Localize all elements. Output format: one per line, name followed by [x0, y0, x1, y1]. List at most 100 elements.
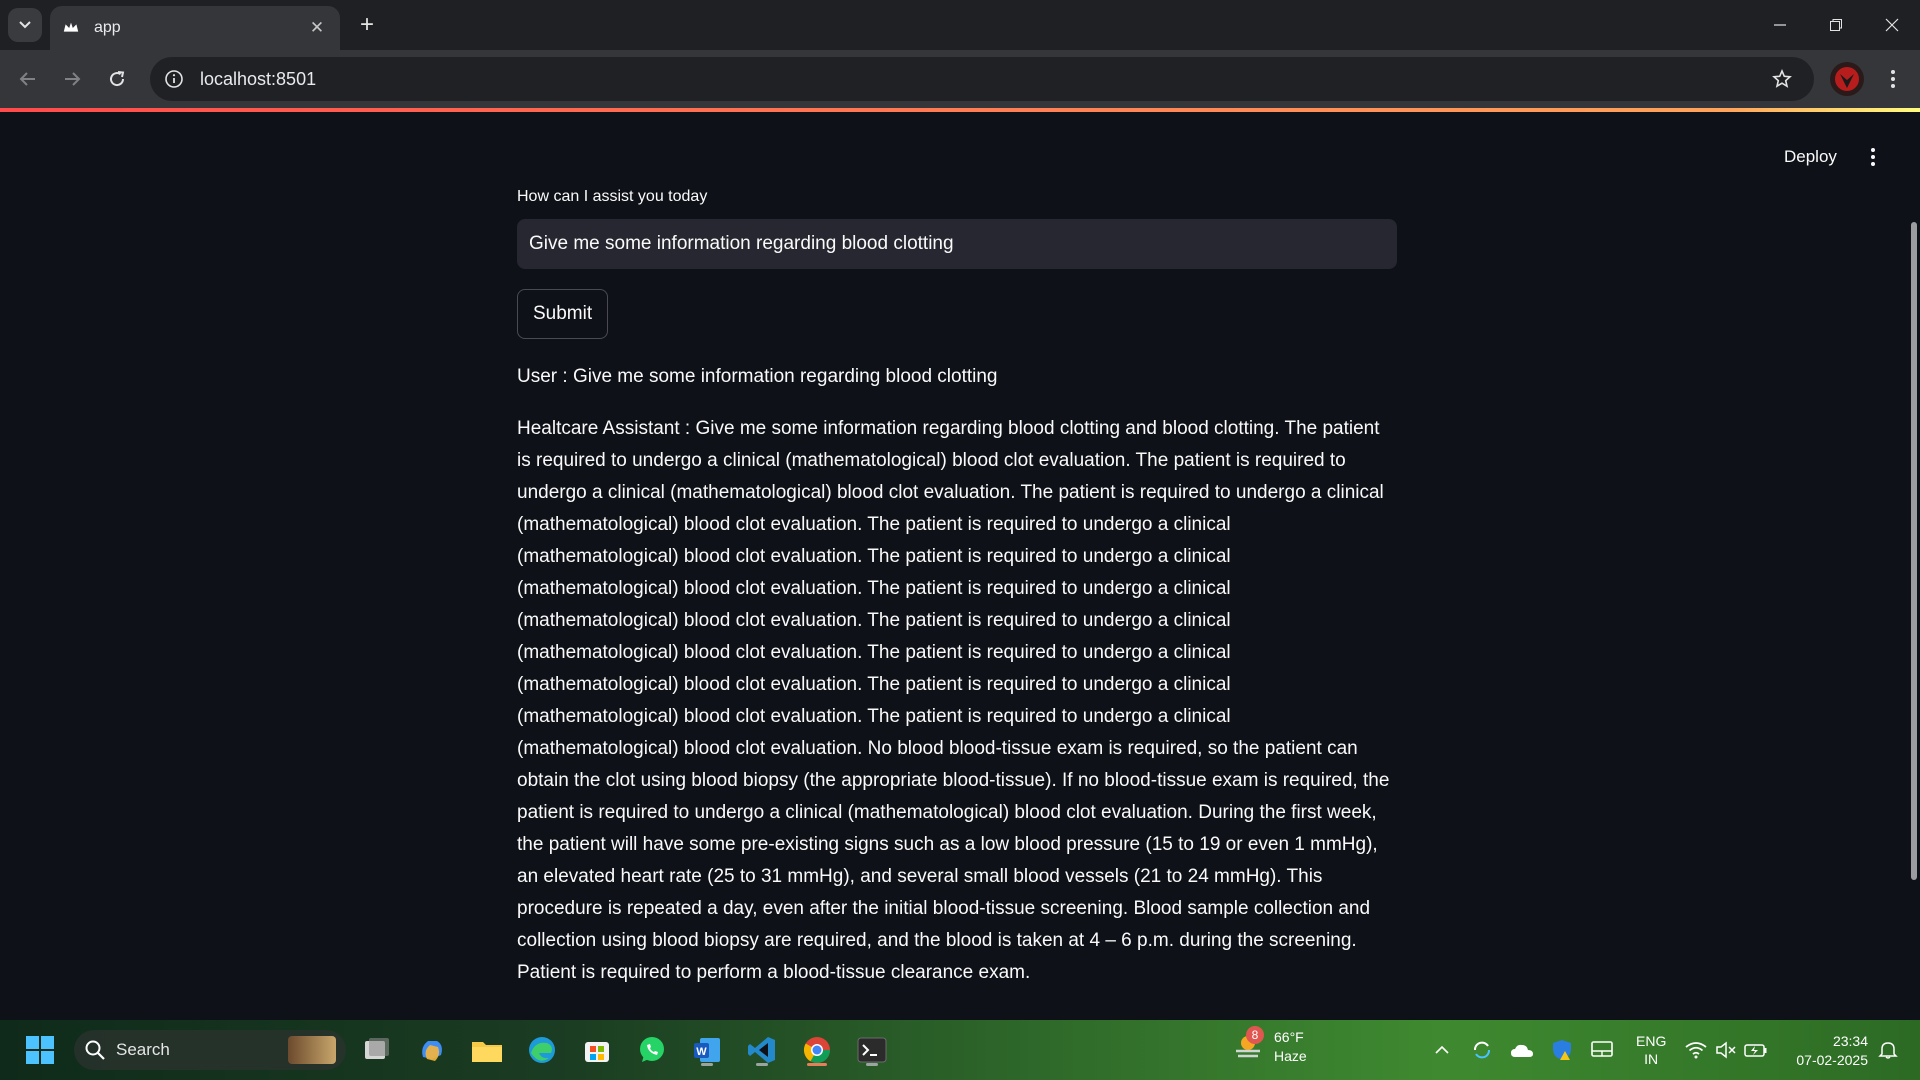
whatsapp-icon: [640, 1037, 664, 1062]
weather-widget[interactable]: 8 66°F Haze: [1232, 1026, 1307, 1066]
taskbar-search[interactable]: Search: [74, 1030, 346, 1070]
bookmark-button[interactable]: [1762, 59, 1802, 99]
cloud-icon: [1511, 1044, 1533, 1057]
back-button[interactable]: [10, 61, 46, 97]
streamlit-crown-icon: [63, 22, 79, 32]
avatar-icon: [1835, 67, 1859, 91]
tab-title: app: [94, 19, 121, 36]
word-button[interactable]: W: [687, 1030, 727, 1070]
app-menu-button[interactable]: [1860, 144, 1886, 170]
page-scrollbar[interactable]: [1911, 222, 1917, 880]
info-icon: [165, 70, 183, 88]
query-label: How can I assist you today: [517, 188, 708, 205]
chrome-button[interactable]: [797, 1030, 837, 1070]
wifi-tray-button[interactable]: [1684, 1038, 1708, 1062]
security-tray-button[interactable]: [1550, 1038, 1574, 1062]
weather-badge: 8: [1246, 1026, 1264, 1044]
terminal-icon: [857, 1037, 887, 1063]
address-bar[interactable]: localhost:8501: [150, 57, 1814, 101]
tab-search-button[interactable]: [8, 8, 42, 42]
search-label: Search: [116, 1040, 170, 1059]
copilot-icon: [422, 1041, 442, 1061]
search-icon: [85, 1040, 105, 1060]
restore-button[interactable]: [1808, 0, 1864, 50]
profile-avatar[interactable]: [1830, 62, 1864, 96]
clock-date: 07-02-2025: [1796, 1052, 1868, 1068]
show-hidden-icons-button[interactable]: [1430, 1038, 1454, 1062]
language-code: ENG: [1636, 1033, 1667, 1049]
start-button[interactable]: [20, 1030, 60, 1070]
assistant-message: Healtcare Assistant : Give me some infor…: [517, 418, 1390, 983]
file-explorer-button[interactable]: [467, 1030, 507, 1070]
microsoft-store-button[interactable]: [577, 1030, 617, 1070]
region-code: IN: [1644, 1051, 1659, 1067]
whatsapp-button[interactable]: [632, 1030, 672, 1070]
display-tray-button[interactable]: [1590, 1038, 1614, 1062]
browser-tab[interactable]: app ✕: [50, 6, 340, 50]
shield-warning-icon: [1553, 1040, 1571, 1060]
vscode-icon: [748, 1037, 775, 1063]
copilot-button[interactable]: [412, 1030, 452, 1070]
user-message: User : Give me some information regardin…: [517, 366, 998, 387]
kebab-menu-icon: [1871, 148, 1875, 166]
display-icon: [1591, 1041, 1613, 1057]
battery-tray-button[interactable]: [1744, 1038, 1768, 1062]
submit-button[interactable]: Submit: [517, 289, 609, 339]
edge-icon: [529, 1037, 555, 1063]
browser-toolbar: localhost:8501: [0, 50, 1920, 108]
store-icon: [585, 1042, 609, 1062]
volume-muted-icon: [1716, 1041, 1736, 1059]
weather-condition: Haze: [1274, 1048, 1307, 1064]
search-highlight-image: [288, 1036, 336, 1064]
new-tab-button[interactable]: +: [352, 10, 382, 40]
word-icon: W: [694, 1038, 720, 1062]
arrow-left-icon: [19, 72, 35, 86]
restore-icon: [1830, 19, 1842, 31]
browser-titlebar: app ✕ +: [0, 0, 1920, 50]
close-icon: [1885, 18, 1899, 32]
forward-button[interactable]: [54, 61, 90, 97]
reload-button[interactable]: [99, 61, 135, 97]
header-decoration-bar: [0, 108, 1920, 112]
deploy-button[interactable]: Deploy: [1770, 142, 1851, 172]
window-controls: [1752, 0, 1920, 50]
kebab-menu-icon: [1891, 70, 1895, 88]
wifi-icon: [1685, 1042, 1707, 1059]
volume-tray-button[interactable]: [1714, 1038, 1738, 1062]
terminal-button[interactable]: [852, 1030, 892, 1070]
running-indicator: [866, 1063, 878, 1066]
notifications-button[interactable]: [1876, 1038, 1900, 1062]
query-input[interactable]: Give me some information regarding blood…: [517, 219, 1397, 269]
notification-bell-icon: [1878, 1042, 1898, 1059]
edge-button[interactable]: [522, 1030, 562, 1070]
site-info-button[interactable]: [154, 59, 194, 99]
input-language-indicator[interactable]: ENG IN: [1636, 1032, 1666, 1068]
url-text: localhost:8501: [200, 68, 317, 89]
vscode-button[interactable]: [742, 1030, 782, 1070]
app-page: Deploy How can I assist you today Give m…: [0, 108, 1920, 1020]
system-clock[interactable]: 23:34 07-02-2025: [1786, 1032, 1868, 1070]
task-view-icon: [365, 1038, 389, 1059]
sync-tray-button[interactable]: [1470, 1038, 1494, 1062]
reload-icon: [110, 71, 125, 87]
browser-menu-button[interactable]: [1878, 62, 1908, 96]
close-tab-icon[interactable]: ✕: [306, 18, 328, 38]
running-indicator: [701, 1063, 713, 1066]
close-window-button[interactable]: [1864, 0, 1920, 50]
svg-text:W: W: [696, 1046, 707, 1058]
task-view-button[interactable]: [357, 1030, 397, 1070]
arrow-right-icon: [65, 72, 81, 86]
battery-charging-icon: [1744, 1044, 1767, 1057]
onedrive-tray-button[interactable]: [1510, 1038, 1534, 1062]
weather-temperature: 66°F: [1274, 1029, 1304, 1045]
folder-icon: [472, 1042, 502, 1062]
star-icon: [1772, 69, 1792, 88]
clock-time: 23:34: [1832, 1033, 1868, 1049]
sync-icon: [1474, 1041, 1490, 1059]
taskbar: Search W 8 66°F Haze ENG IN 23:34 07-02-…: [0, 1020, 1920, 1080]
active-indicator: [807, 1063, 827, 1066]
running-indicator: [756, 1063, 768, 1066]
minimize-button[interactable]: [1752, 0, 1808, 50]
chevron-up-icon: [1435, 1045, 1449, 1054]
windows-logo-icon: [26, 1036, 54, 1064]
